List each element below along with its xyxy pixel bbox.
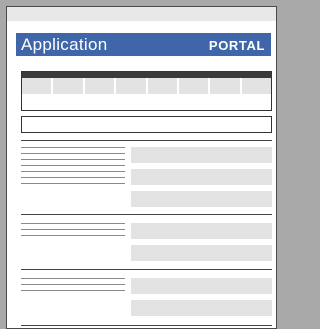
table-cell[interactable] [210, 78, 242, 94]
table-cell[interactable] [22, 78, 54, 94]
text-line [21, 147, 125, 148]
top-band [7, 7, 276, 21]
input-field[interactable] [131, 278, 272, 294]
text-line [21, 183, 125, 184]
table-cell[interactable] [116, 78, 148, 94]
app-header: Application PORTAL [16, 33, 271, 56]
table-cell[interactable] [148, 78, 179, 94]
section-divider [21, 325, 272, 326]
table-cell[interactable] [53, 78, 85, 94]
text-line [21, 223, 125, 224]
text-line [21, 278, 125, 279]
table-row [22, 78, 271, 94]
input-field[interactable] [131, 245, 272, 261]
form-document: Application PORTAL [6, 6, 277, 329]
text-line [21, 284, 125, 285]
section-divider [21, 140, 272, 141]
data-table [21, 71, 272, 111]
text-field[interactable] [21, 116, 272, 133]
text-line [21, 290, 125, 291]
section-divider [21, 269, 272, 270]
text-line [21, 153, 125, 154]
text-line [21, 165, 125, 166]
text-line [21, 159, 125, 160]
text-line [21, 235, 125, 236]
input-field[interactable] [131, 147, 272, 163]
app-title: Application [21, 35, 108, 54]
portal-label: PORTAL [208, 38, 265, 53]
input-field[interactable] [131, 191, 272, 207]
input-field[interactable] [131, 300, 272, 316]
text-line [21, 229, 125, 230]
text-line [21, 171, 125, 172]
table-cell[interactable] [85, 78, 117, 94]
table-cell[interactable] [179, 78, 211, 94]
input-field[interactable] [131, 169, 272, 185]
input-field[interactable] [131, 223, 272, 239]
section-divider [21, 214, 272, 215]
table-cell[interactable] [242, 78, 271, 94]
text-line [21, 177, 125, 178]
